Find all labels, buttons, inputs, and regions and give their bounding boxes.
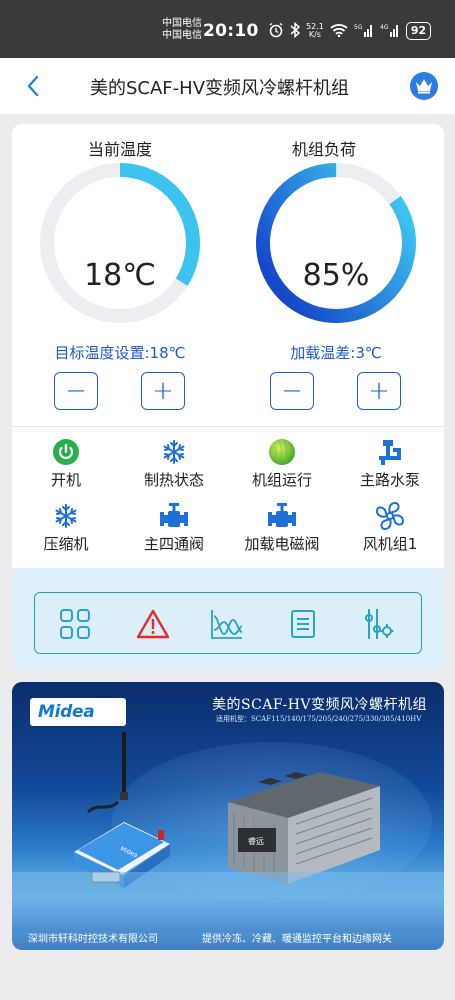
list-icon — [291, 610, 315, 638]
carrier-info: 中国电信 中国电信 — [162, 18, 202, 42]
function-toolbar — [34, 592, 422, 654]
load-title: 机组负荷 — [291, 140, 356, 159]
banner-subtitle: 适用机型：SCAF115/140/175/205/240/275/330/385… — [216, 715, 422, 723]
page-title: 美的SCAF-HV变频风冷螺杆机组 — [90, 78, 350, 99]
parameter-settings-button[interactable] — [361, 607, 397, 641]
chiller-unit-image: 睿远 — [228, 772, 380, 884]
temperature-title: 当前温度 — [87, 140, 152, 159]
minus-icon: − — [281, 376, 303, 406]
carrier-1: 中国电信 — [162, 18, 202, 29]
load-diff-decrease-button[interactable]: − — [270, 372, 314, 410]
valve-icon — [268, 503, 296, 527]
status-heating: 制热状态 — [120, 438, 228, 490]
product-banner[interactable]: Midea 美的SCAF-HV变频风冷螺杆机组 适用机型：SCAF115/140… — [12, 682, 444, 950]
trend-chart-button[interactable] — [209, 607, 245, 641]
crown-button[interactable] — [410, 72, 438, 100]
unit-brand: 睿远 — [248, 837, 264, 846]
status-icons: 52.1 K/s 5G 4G 92 — [268, 21, 432, 41]
status-bar: 中国电信 中国电信 20:10 52.1 K/s 5G 4G 92 — [0, 0, 455, 58]
snowflake-icon — [55, 504, 77, 528]
main-card: 当前温度 机组负荷 18℃ 85% 目标温度设置:18℃ 加载温差:3℃ − +… — [12, 124, 444, 670]
status-compressor: 压缩机 — [12, 502, 120, 554]
status-load-solenoid-valve: 加载电磁阀 — [228, 502, 336, 554]
chart-icon — [211, 610, 243, 639]
network-speed: 52.1 K/s — [306, 22, 324, 39]
alarm-icon — [136, 609, 170, 639]
alarm-button[interactable] — [135, 607, 171, 641]
bluetooth-icon — [290, 21, 301, 41]
clock: 20:10 — [203, 21, 259, 41]
temperature-value: 18℃ — [84, 258, 156, 293]
load-difference-label: 加载温差:3℃ — [290, 344, 382, 362]
pump-icon — [379, 440, 401, 465]
alarm-clock-icon — [268, 22, 284, 41]
load-gauge: 85% — [255, 162, 417, 324]
toolbar-area — [12, 568, 444, 670]
signal-4g-icon: 4G — [380, 23, 400, 40]
divider — [12, 426, 444, 427]
target-temp-decrease-button[interactable]: − — [54, 372, 98, 410]
target-temp-increase-button[interactable]: + — [141, 372, 185, 410]
status-four-way-valve: 主四通阀 — [120, 502, 228, 554]
fan-icon — [375, 501, 405, 531]
back-button[interactable] — [22, 74, 46, 98]
water-reflection — [12, 872, 444, 932]
banner-company: 深圳市轩科时控技术有限公司 — [28, 934, 158, 945]
overview-button[interactable] — [57, 607, 93, 641]
load-arc — [256, 163, 416, 323]
temperature-gauge: 18℃ — [39, 162, 201, 324]
valve-icon — [160, 503, 188, 527]
target-temperature-label: 目标温度设置:18℃ — [54, 344, 186, 362]
status-main-pump: 主路水泵 — [336, 438, 444, 490]
status-fan-group-1: 风机组1 — [336, 501, 444, 554]
gateway-device-image: Midea — [74, 732, 170, 888]
record-list-button[interactable] — [285, 607, 321, 641]
snowflake-icon — [163, 440, 185, 464]
grid-icon — [60, 609, 90, 639]
svg-text:5G: 5G — [354, 24, 363, 31]
signal-5g-icon: 5G — [354, 23, 374, 40]
load-value: 85% — [302, 258, 370, 293]
wifi-icon — [330, 23, 348, 40]
plus-icon: + — [152, 376, 174, 406]
power-icon — [53, 439, 79, 465]
plus-icon: + — [368, 376, 390, 406]
minus-icon: − — [65, 376, 87, 406]
carrier-2: 中国电信 — [162, 30, 202, 41]
banner-slogan: 提供冷冻、冷藏、暖通监控平台和边缘网关 — [202, 934, 392, 945]
svg-text:4G: 4G — [380, 24, 389, 31]
crown-icon — [416, 79, 432, 94]
settings-sliders-icon — [365, 609, 394, 639]
chevron-left-icon — [27, 75, 39, 97]
status-power-on: 开机 — [12, 438, 120, 490]
banner-title: 美的SCAF-HV变频风冷螺杆机组 — [212, 697, 428, 713]
status-unit-running: 机组运行 — [228, 438, 336, 490]
battery-indicator: 92 — [405, 22, 432, 40]
status-ball-icon — [269, 439, 295, 465]
load-diff-increase-button[interactable]: + — [357, 372, 401, 410]
nav-bar: 美的SCAF-HV变频风冷螺杆机组 — [0, 58, 455, 114]
